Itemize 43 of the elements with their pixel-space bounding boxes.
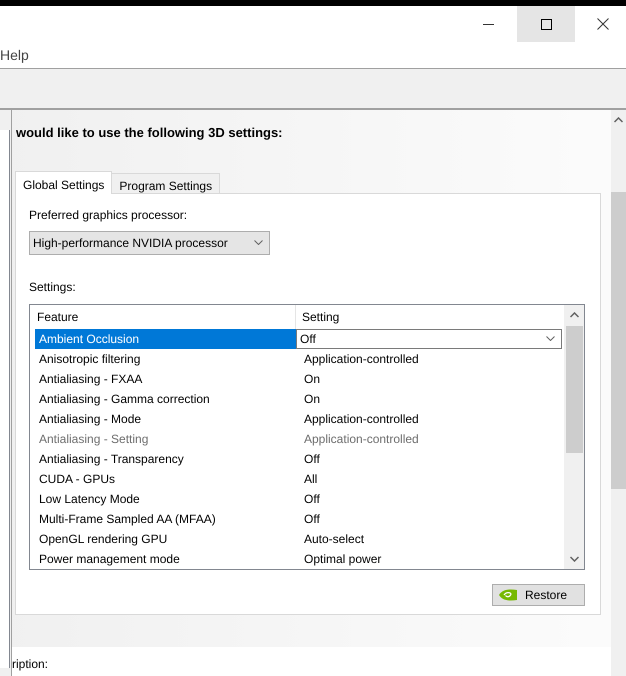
- list-item[interactable]: Multi-Frame Sampled AA (MFAA): [35, 508, 296, 529]
- setting-value[interactable]: Application-controlled: [296, 348, 419, 369]
- chevron-down-icon: [546, 336, 555, 342]
- close-icon: [597, 18, 609, 30]
- scroll-thumb[interactable]: [611, 192, 626, 489]
- list-item[interactable]: Antialiasing - FXAA: [35, 368, 296, 389]
- setting-value[interactable]: Auto-select: [296, 528, 364, 549]
- setting-value[interactable]: Application-controlled: [296, 408, 419, 429]
- list-item[interactable]: Antialiasing - Transparency: [35, 448, 296, 469]
- list-item[interactable]: CUDA - GPUs: [35, 468, 296, 489]
- list-item[interactable]: Low Latency Mode: [35, 488, 296, 509]
- setting-value[interactable]: On: [296, 368, 320, 389]
- column-header[interactable]: Setting: [296, 304, 564, 329]
- setting-value[interactable]: Off: [296, 488, 320, 509]
- chevron-down-icon: [254, 240, 263, 246]
- section-heading: would like to use the following 3D settings:: [15, 124, 284, 141]
- scroll-down-icon[interactable]: [570, 556, 578, 562]
- field-label: Preferred graphics processor:: [29, 206, 188, 223]
- setting-value[interactable]: Off: [296, 508, 320, 529]
- field-label: Settings:: [29, 280, 77, 295]
- dropdown[interactable]: High-performance NVIDIA processor: [29, 230, 270, 255]
- tab[interactable]: Global Settings: [15, 170, 112, 194]
- section-label: ription:: [12, 657, 48, 671]
- menu-item[interactable]: Help: [0, 48, 33, 62]
- list-item[interactable]: OpenGL rendering GPU: [35, 528, 296, 549]
- setting-value[interactable]: On: [296, 388, 320, 409]
- tab[interactable]: Program Settings: [111, 172, 220, 193]
- maximize-button[interactable]: [517, 6, 575, 42]
- scroll-thumb[interactable]: [566, 326, 582, 453]
- setting-value[interactable]: All: [296, 468, 318, 489]
- list-item[interactable]: Antialiasing - Gamma correction: [35, 388, 296, 409]
- dropdown-field[interactable]: Off: [296, 328, 562, 349]
- list-item[interactable]: Antialiasing - Mode: [35, 408, 296, 429]
- maximize-icon: [540, 18, 552, 30]
- list-item[interactable]: Anisotropic filtering: [35, 348, 296, 369]
- restore-button[interactable]: Restore: [492, 584, 585, 606]
- scroll-up-icon[interactable]: [614, 117, 623, 123]
- list-item[interactable]: Power management mode: [35, 548, 296, 569]
- logo-icon: [499, 588, 517, 601]
- scroll-up-icon[interactable]: [570, 312, 578, 318]
- list-item[interactable]: Ambient Occlusion: [35, 328, 296, 349]
- setting-value[interactable]: Off: [296, 448, 320, 469]
- setting-value[interactable]: Optimal power: [296, 548, 382, 569]
